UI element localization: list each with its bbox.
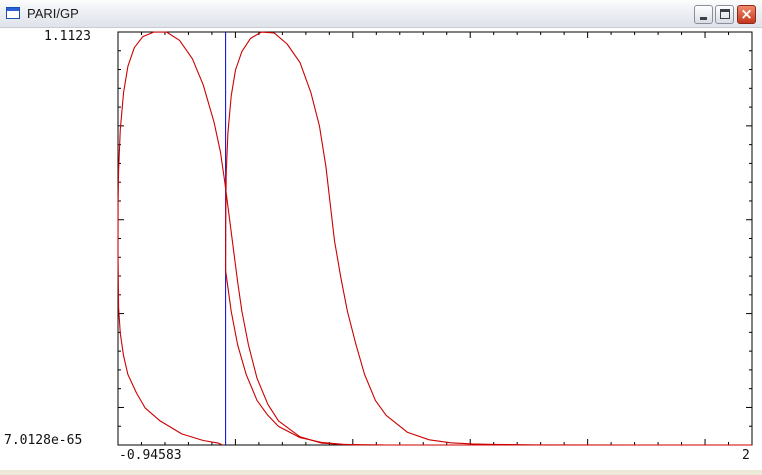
plot-canvas: 1.1123 7.0128e-65 -0.94583 2 (4, 29, 753, 463)
x-min-label: -0.94583 (119, 448, 182, 463)
minimize-icon (700, 17, 707, 20)
axis-ticks (117, 31, 753, 446)
title-bar[interactable]: PARI/GP × (0, 0, 762, 28)
plot-area: 1.1123 7.0128e-65 -0.94583 2 (0, 28, 762, 470)
maximize-icon (720, 9, 730, 19)
plot-curves (117, 31, 752, 446)
maximize-button[interactable] (715, 5, 734, 24)
minimize-button[interactable] (694, 5, 713, 24)
x-max-label: 2 (742, 448, 750, 463)
app-window: PARI/GP × 1.1123 7.0128e-65 -0.94583 2 (0, 0, 762, 470)
y-min-label: 7.0128e-65 (4, 433, 82, 448)
window-title: PARI/GP (27, 6, 79, 21)
plot-frame (117, 31, 753, 446)
plot-curve-4 (225, 31, 752, 446)
close-button[interactable]: × (737, 5, 756, 24)
plot-curve-2 (117, 251, 223, 446)
plot-curve-1 (117, 31, 752, 446)
close-icon: × (740, 5, 753, 23)
y-max-label: 1.1123 (44, 29, 91, 44)
plot-curve-3 (225, 270, 365, 446)
plot-border (117, 31, 753, 446)
pari-window-icon[interactable] (6, 7, 20, 19)
